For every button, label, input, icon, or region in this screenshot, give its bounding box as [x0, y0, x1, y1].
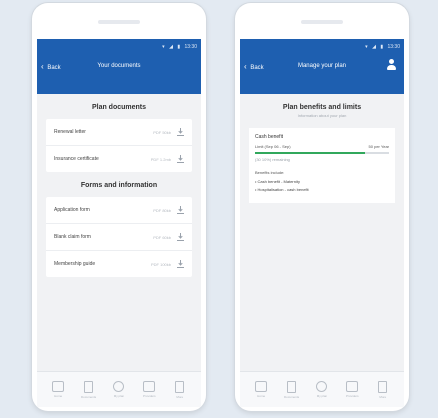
tab-providers[interactable]: Providers [138, 381, 160, 398]
download-icon[interactable] [177, 206, 184, 214]
tab-more[interactable]: More [372, 380, 394, 399]
download-icon[interactable] [177, 155, 184, 163]
document-icon [287, 380, 297, 393]
tab-label: More [176, 394, 184, 399]
tab-label: Providers [143, 394, 156, 398]
user-icon [113, 381, 125, 392]
plan-screen: ▾ ◢ ▮ 13:30 ‹ Back Manage your plan Plan… [240, 39, 404, 407]
document-row[interactable]: Application form PDF 80kb [46, 197, 192, 224]
page-title: Your documents [97, 63, 141, 69]
download-icon[interactable] [177, 260, 184, 268]
forms-card: Application form PDF 80kb Blank claim fo… [46, 197, 192, 277]
page-title: Manage your plan [297, 63, 347, 69]
status-bar: ▾ ◢ ▮ 13:30 [240, 39, 404, 55]
tab-label: Documents [283, 394, 300, 399]
building-icon [143, 381, 156, 392]
profile-icon[interactable] [386, 59, 396, 71]
tab-home[interactable]: Home [47, 381, 69, 398]
document-size: PDF 60kb [153, 234, 171, 240]
tab-home[interactable]: Home [250, 381, 272, 398]
usage-progress-bar [255, 152, 389, 154]
app-bar: ▾ ◢ ▮ 13:30 ‹ Back Your documents [37, 39, 201, 94]
signal-icon: ◢ [372, 44, 376, 50]
wifi-icon: ▾ [162, 44, 165, 50]
signal-icon: ◢ [169, 44, 173, 50]
battery-icon: ▮ [177, 44, 181, 50]
documents-screen: ▾ ◢ ▮ 13:30 ‹ Back Your documents Plan d… [37, 39, 201, 407]
home-icon [255, 381, 268, 392]
nav-row: ‹ Back Your documents [37, 55, 201, 79]
tab-label: More [379, 394, 387, 399]
benefits-title: Plan benefits and limits [282, 104, 362, 111]
benefits-subtitle: Information about your plan [297, 113, 347, 118]
wifi-icon: ▾ [365, 44, 368, 50]
benefit-card: Cash benefit Limit (Sep 06 - Sep) 50 per… [249, 128, 395, 203]
tab-documents[interactable]: Documents [281, 380, 303, 399]
document-size: PDF 50kb [153, 129, 171, 135]
benefits-header: Plan benefits and limits Information abo… [240, 94, 404, 124]
benefit-bullet: • Cash benefit - Maternity [255, 179, 300, 184]
plan-documents-card: Renewal letter PDF 50kb Insurance certif… [46, 119, 192, 172]
tab-label: Documents [80, 394, 97, 399]
download-icon[interactable] [177, 233, 184, 241]
battery-icon: ▮ [380, 44, 384, 50]
document-row[interactable]: Membership guide PDF 100kb [46, 251, 192, 277]
limit-row: Limit (Sep 06 - Sep) 50 per Year [255, 144, 389, 149]
status-time: 13:30 [387, 44, 400, 50]
tab-documents[interactable]: Documents [78, 380, 100, 399]
tab-my-plan[interactable]: My plan [108, 381, 130, 398]
tab-my-plan[interactable]: My plan [311, 381, 333, 398]
benefit-bullet: • Hospitalisation - cash benefit [255, 187, 309, 192]
document-name: Insurance certificate [54, 156, 99, 162]
limit-label: Limit (Sep 06 - Sep) [255, 144, 291, 149]
plan-documents-title: Plan documents [91, 104, 147, 111]
building-icon [346, 381, 359, 392]
document-icon [84, 380, 94, 393]
tab-bar: Home Documents My plan Providers More [37, 371, 201, 407]
document-row[interactable]: Blank claim form PDF 60kb [46, 224, 192, 251]
tab-providers[interactable]: Providers [341, 381, 363, 398]
phone-speaker [98, 20, 140, 24]
tab-bar: Home Documents My plan Providers More [240, 371, 404, 407]
document-name: Application form [54, 207, 90, 213]
app-bar: ▾ ◢ ▮ 13:30 ‹ Back Manage your plan [240, 39, 404, 94]
forms-title: Forms and information [80, 182, 158, 189]
tab-label: Home [257, 394, 266, 398]
phone-speaker [301, 20, 343, 24]
document-row[interactable]: Insurance certificate PDF 1.2mb [46, 146, 192, 172]
more-icon [175, 380, 185, 393]
user-icon [316, 381, 328, 392]
nav-row: ‹ Back Manage your plan [240, 55, 404, 79]
document-size: PDF 1.2mb [150, 156, 171, 162]
tab-label: Providers [346, 394, 359, 398]
limit-value: 50 per Year [368, 144, 389, 149]
document-name: Blank claim form [54, 234, 91, 240]
document-name: Renewal letter [54, 129, 86, 135]
document-row[interactable]: Renewal letter PDF 50kb [46, 119, 192, 146]
home-icon [52, 381, 65, 392]
document-name: Membership guide [54, 261, 96, 267]
includes-title: Benefits include: [255, 170, 285, 175]
tab-label: Home [54, 394, 63, 398]
usage-progress-fill [255, 152, 365, 154]
tab-more[interactable]: More [169, 380, 191, 399]
document-size: PDF 100kb [150, 261, 171, 267]
status-time: 13:30 [184, 44, 197, 50]
more-icon [378, 380, 388, 393]
tab-label: My plan [316, 394, 328, 398]
download-icon[interactable] [177, 128, 184, 136]
phone-plan: ▾ ◢ ▮ 13:30 ‹ Back Manage your plan Plan… [235, 3, 409, 411]
tab-label: My plan [113, 394, 125, 398]
remaining-text: (30 10%) remaining [255, 157, 290, 162]
document-size: PDF 80kb [153, 207, 171, 213]
benefit-title: Cash benefit [255, 134, 284, 140]
status-bar: ▾ ◢ ▮ 13:30 [37, 39, 201, 55]
phone-documents: ▾ ◢ ▮ 13:30 ‹ Back Your documents Plan d… [32, 3, 206, 411]
